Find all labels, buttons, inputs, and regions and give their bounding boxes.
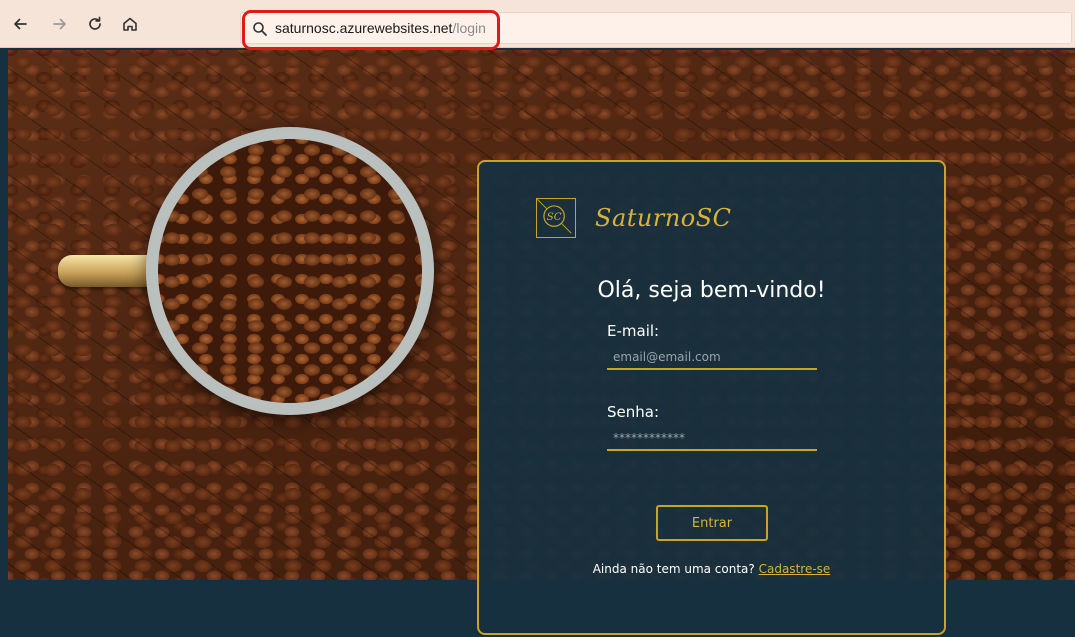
url-highlight-annotation: [242, 10, 500, 50]
back-button[interactable]: [7, 11, 33, 37]
home-icon: [123, 17, 137, 31]
browser-toolbar: saturnosc.azurewebsites.net/login: [0, 0, 1075, 48]
signup-line: Ainda não tem uma conta? Cadastre-se: [479, 562, 944, 576]
signup-prompt: Ainda não tem uma conta?: [592, 562, 755, 576]
arrow-left-icon: [14, 18, 27, 30]
arrow-right-icon: [53, 18, 66, 30]
password-label: Senha:: [607, 403, 660, 421]
welcome-heading: Olá, seja bem-vindo!: [597, 278, 826, 303]
brand-name: SaturnoSC: [595, 204, 732, 232]
logo-monogram: SC: [547, 212, 562, 223]
login-card: SC SaturnoSC Olá, seja bem-vindo! E-mail…: [477, 160, 946, 635]
reload-icon: [89, 16, 101, 30]
submit-button[interactable]: Entrar: [656, 505, 768, 541]
cup-beans: [158, 139, 422, 403]
forward-button[interactable]: [47, 11, 73, 37]
password-field[interactable]: [607, 427, 817, 451]
reload-button[interactable]: [82, 11, 108, 37]
logo-monogram-graphic: SC: [536, 198, 572, 234]
sc-logo-icon: SC: [536, 198, 576, 238]
email-field[interactable]: [607, 346, 817, 370]
signup-link[interactable]: Cadastre-se: [759, 562, 831, 576]
email-label: E-mail:: [607, 322, 660, 340]
coffee-cup-image: [146, 127, 434, 415]
home-button[interactable]: [117, 11, 143, 37]
